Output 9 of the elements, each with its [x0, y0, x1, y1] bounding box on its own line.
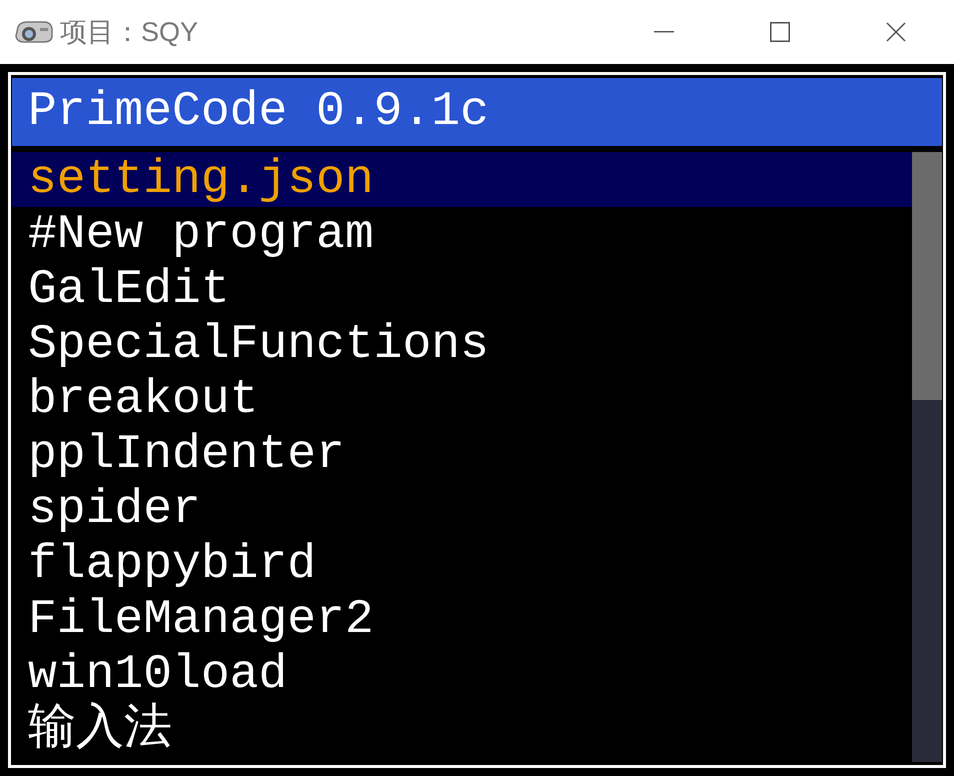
file-item[interactable]: setting.json	[12, 152, 912, 207]
scrollbar-track[interactable]	[912, 152, 942, 762]
projector-icon	[14, 19, 54, 45]
maximize-icon	[770, 22, 790, 42]
close-icon	[886, 22, 906, 42]
window-title: 项目：SQY	[60, 18, 198, 46]
app-title: PrimeCode 0.9.1c	[28, 88, 489, 136]
scrollbar-thumb[interactable]	[912, 152, 942, 400]
minimize-icon	[654, 31, 674, 33]
